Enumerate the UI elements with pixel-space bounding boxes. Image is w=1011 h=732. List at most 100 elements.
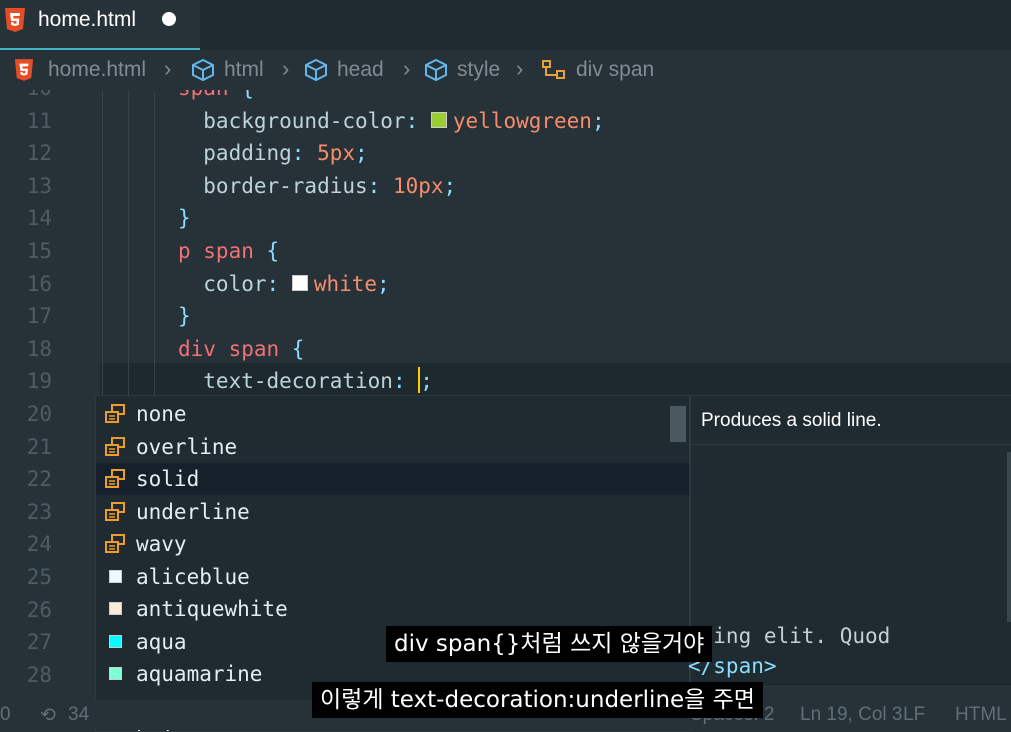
code-content: border-radius: 10px; <box>178 173 457 198</box>
breadcrumb-label: div span <box>576 58 655 81</box>
suggestion-scrollbar[interactable] <box>670 406 686 442</box>
subtitle-line-2: 이렇게 text-decoration:underline을 주면 <box>312 682 763 718</box>
line-number: 16 <box>26 271 52 296</box>
breadcrumb-item-html[interactable]: html <box>190 58 264 82</box>
line-number: 19 <box>26 369 52 394</box>
status-language[interactable]: HTML <box>955 704 1007 726</box>
line-number: 13 <box>26 173 52 198</box>
code-content: p span { <box>178 239 280 263</box>
code-line[interactable]: 18 div span { <box>0 333 1011 365</box>
suggestion-label: aquamarine <box>136 662 263 686</box>
html5-icon <box>5 8 25 32</box>
line-number: 22 <box>26 467 52 492</box>
chevron-right-icon: › <box>282 56 290 81</box>
status-time[interactable]: 34 <box>68 704 89 726</box>
suggestion-item[interactable]: underline <box>96 496 689 528</box>
breadcrumb-label: head <box>337 58 384 81</box>
cube-icon <box>425 58 447 82</box>
color-swatch-icon[interactable] <box>430 111 447 128</box>
suggestion-label: antiquewhite <box>136 597 288 621</box>
suggestion-item[interactable]: overline <box>96 431 689 463</box>
suggestion-item[interactable]: aliceblue <box>96 561 689 593</box>
line-number: 21 <box>26 434 52 459</box>
details-scrollbar[interactable] <box>1007 452 1011 622</box>
color-swatch-icon[interactable] <box>291 274 308 291</box>
color-swatch-icon <box>109 602 122 615</box>
tab-home-html[interactable]: home.html <box>0 0 200 50</box>
breadcrumb: home.html › html › head › style › div sp… <box>0 52 1011 90</box>
line-number: 26 <box>26 597 52 622</box>
breadcrumb-label: home.html <box>48 58 147 81</box>
color-swatch-icon <box>109 667 122 680</box>
tab-bar: home.html <box>0 0 1011 50</box>
line-number: 20 <box>26 402 52 426</box>
line-number: 28 <box>26 662 52 687</box>
suggestion-label: aqua <box>136 629 187 654</box>
suggestion-item[interactable]: wavy <box>96 528 689 560</box>
color-swatch-icon <box>109 569 122 583</box>
code-content: div span { <box>178 336 305 361</box>
code-content: text-decoration: ; <box>178 367 433 394</box>
code-content: color: white; <box>178 271 390 296</box>
code-content: padding: 5px; <box>178 141 368 166</box>
suggestion-label: none <box>136 402 187 426</box>
suggestion-label: overline <box>136 434 238 459</box>
code-line[interactable]: 13 border-radius: 10px; <box>0 170 1011 202</box>
enum-member-icon <box>105 436 125 456</box>
code-content: } <box>178 304 191 329</box>
suggestion-item[interactable]: none <box>96 398 689 430</box>
line-number: 18 <box>26 336 52 361</box>
breadcrumb-item-head[interactable]: head <box>303 58 384 82</box>
enum-member-icon <box>105 534 125 553</box>
suggestion-item[interactable]: antiquewhite <box>96 593 689 625</box>
breadcrumb-label: html <box>224 58 264 81</box>
code-line[interactable]: 14} <box>0 202 1011 234</box>
tab-label: home.html <box>38 8 137 31</box>
suggestion-label: solid <box>136 467 200 491</box>
line-number: 27 <box>26 630 52 655</box>
code-line[interactable]: 17} <box>0 300 1011 332</box>
suggestion-item[interactable]: solid <box>96 463 689 495</box>
history-icon[interactable]: ⟲ <box>40 704 56 727</box>
line-number: 17 <box>26 304 52 329</box>
line-number: 10 <box>0 90 52 104</box>
text-cursor <box>418 367 421 394</box>
color-swatch-icon <box>109 634 122 648</box>
line-number: 14 <box>26 206 52 231</box>
unsaved-dot-icon[interactable] <box>162 12 176 26</box>
details-divider <box>691 444 1011 445</box>
line-number: 24 <box>26 532 52 557</box>
enum-member-icon <box>105 469 125 488</box>
suggestion-label: wavy <box>136 532 187 556</box>
code-line[interactable]: 19 text-decoration: ; <box>0 365 1011 397</box>
code-line[interactable]: 11 background-color: yellowgreen; <box>0 105 1011 137</box>
suggestion-label: underline <box>136 499 250 524</box>
line-number: 25 <box>26 565 52 589</box>
details-description: Produces a solid line. <box>701 410 882 431</box>
subtitle-line-1: div span{}처럼 쓰지 않을거야 <box>386 626 713 662</box>
html5-icon <box>14 59 34 81</box>
line-number: 11 <box>26 108 52 133</box>
status-position[interactable]: Ln 19, Col 3 <box>800 704 902 726</box>
code-line[interactable]: 15 p span { <box>0 235 1011 267</box>
chevron-right-icon: › <box>403 56 411 81</box>
cube-icon <box>305 58 327 82</box>
cube-icon <box>192 58 214 82</box>
line-number: 12 <box>26 141 52 166</box>
code-line[interactable]: 12 padding: 5px; <box>0 137 1011 169</box>
code-line[interactable]: 10 span { <box>0 90 1011 104</box>
code-line[interactable]: 16 color: white; <box>0 268 1011 300</box>
chevron-right-icon: › <box>164 56 172 81</box>
background-code-text: icing elit. Quod <box>688 624 891 648</box>
breadcrumb-item-style[interactable]: style <box>423 58 500 82</box>
status-problems[interactable]: 0 <box>0 704 11 726</box>
breadcrumb-item-file[interactable]: home.html <box>14 58 146 82</box>
status-eol[interactable]: LF <box>903 704 925 726</box>
code-content: span { <box>178 90 254 104</box>
code-content: background-color: yellowgreen; <box>178 108 605 133</box>
enum-member-icon <box>105 404 125 423</box>
enum-member-icon <box>105 501 125 521</box>
breadcrumb-item-div-span[interactable]: div span <box>540 58 654 82</box>
chevron-right-icon: › <box>516 56 524 81</box>
symbol-class-icon <box>542 60 565 79</box>
